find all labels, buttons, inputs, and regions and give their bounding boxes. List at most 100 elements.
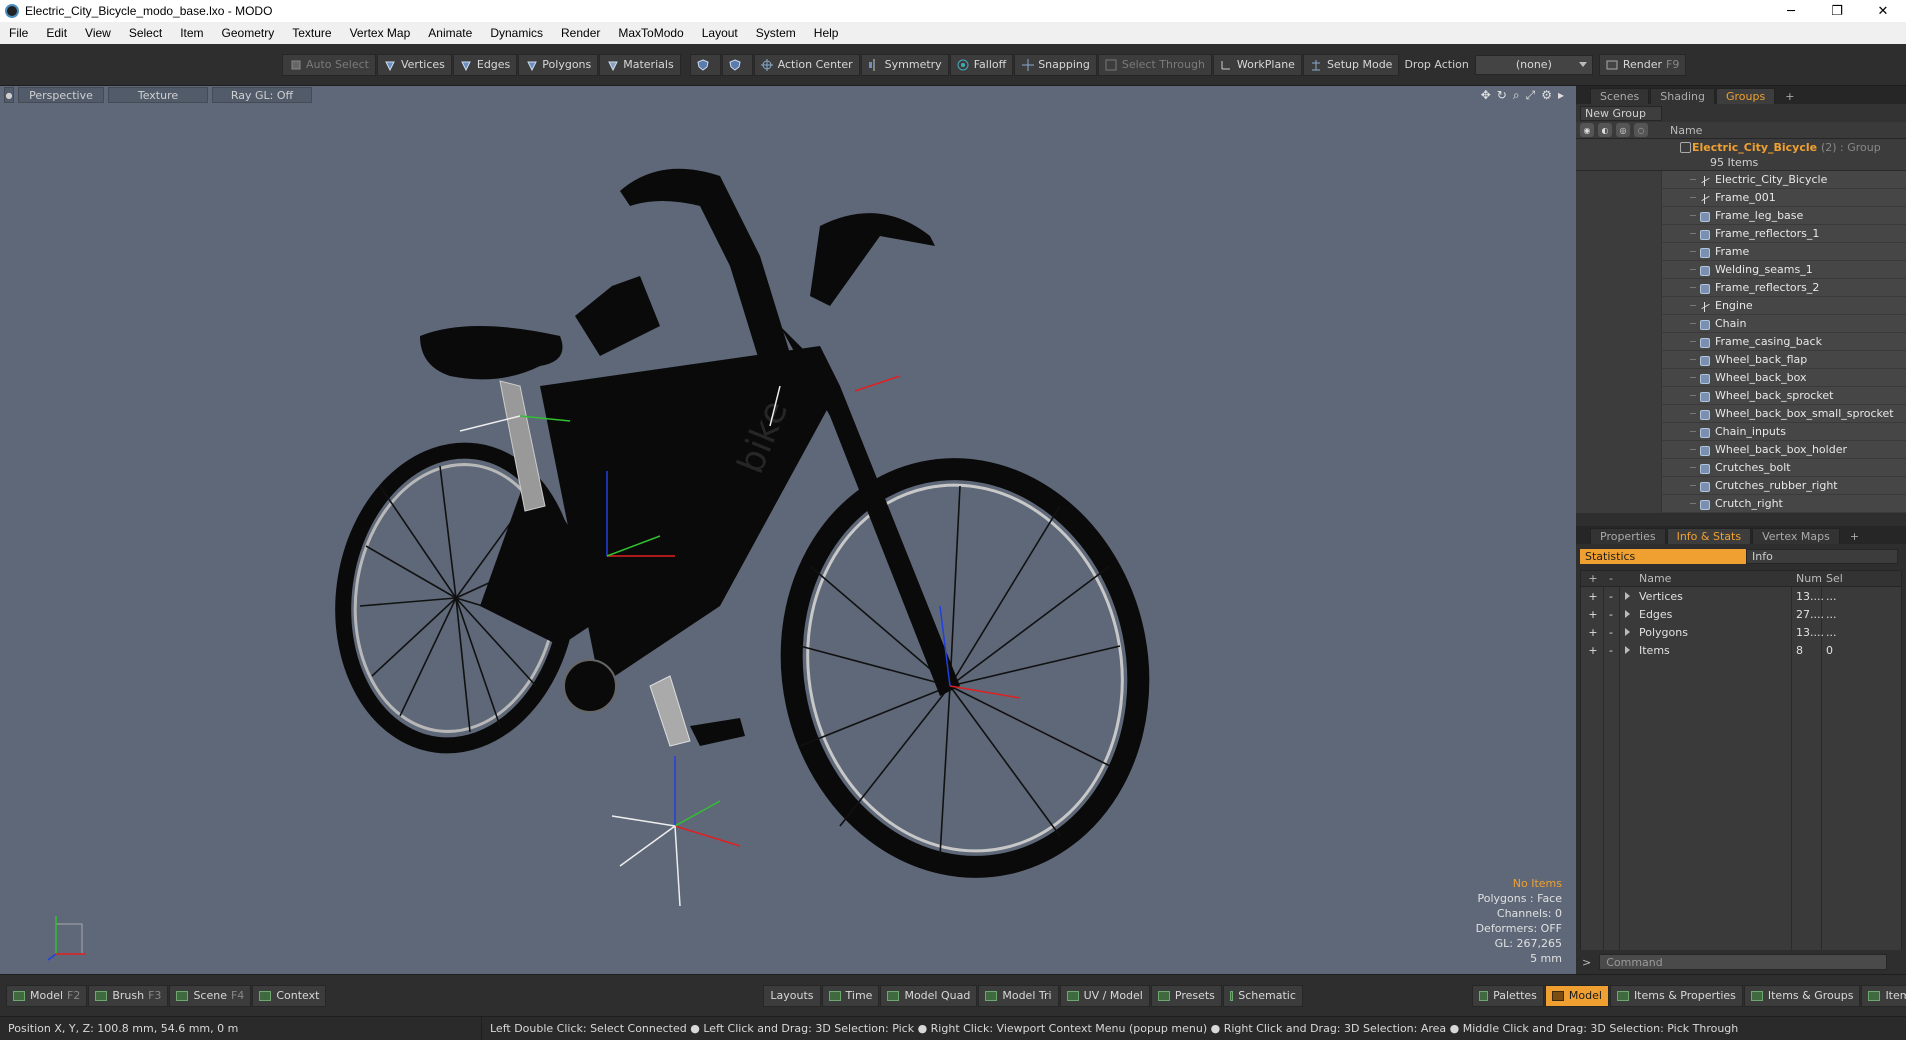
tab-vertex-maps[interactable]: Vertex Maps <box>1752 528 1840 544</box>
table-row[interactable]: + - Edges 27.... ... <box>1581 605 1901 623</box>
menu-texture[interactable]: Texture <box>283 26 340 40</box>
minus-icon[interactable]: - <box>1605 644 1617 657</box>
model-tab-button[interactable]: Model <box>1544 984 1609 1007</box>
edges-button[interactable]: Edges <box>452 53 518 76</box>
model-layout-button[interactable]: Model F2 <box>6 984 88 1007</box>
render-button[interactable]: Render F9 <box>1598 53 1687 76</box>
schematic-button[interactable]: Schematic <box>1222 984 1303 1007</box>
command-input[interactable]: Command <box>1599 954 1888 970</box>
brush-layout-button[interactable]: Brush F3 <box>88 984 169 1007</box>
uv-model-button[interactable]: UV / Model <box>1059 984 1150 1007</box>
render-toggle-icon[interactable]: ◐ <box>1598 123 1612 137</box>
menu-help[interactable]: Help <box>805 26 848 40</box>
presets-button[interactable]: Presets <box>1150 984 1222 1007</box>
menu-vertex-map[interactable]: Vertex Map <box>341 26 420 40</box>
snapping-button[interactable]: Snapping <box>1014 53 1097 76</box>
rotate-icon[interactable]: ↻ <box>1497 88 1507 103</box>
items-groups-button[interactable]: Items & Groups <box>1743 984 1861 1007</box>
menu-view[interactable]: View <box>76 26 120 40</box>
menu-geometry[interactable]: Geometry <box>213 26 284 40</box>
menu-maxtomodo[interactable]: MaxToModo <box>609 26 692 40</box>
plus-icon[interactable]: + <box>1587 626 1599 639</box>
minus-icon[interactable]: - <box>1605 608 1617 621</box>
expand-arrow-icon[interactable] <box>1625 628 1630 636</box>
auto-select-button[interactable]: Auto Select <box>282 53 376 76</box>
layouts-button[interactable]: Layouts <box>763 984 821 1007</box>
menu-dynamics[interactable]: Dynamics <box>481 26 552 40</box>
menu-animate[interactable]: Animate <box>419 26 481 40</box>
plus-icon[interactable]: + <box>1587 590 1599 603</box>
scene-layout-button[interactable]: Scene F4 <box>169 984 252 1007</box>
viewport-menu-dot[interactable]: ● <box>4 87 14 103</box>
raygl-button[interactable]: Ray GL: Off <box>212 87 312 103</box>
perspective-button[interactable]: Perspective <box>18 87 104 103</box>
list-item[interactable]: Frame_001 <box>1576 188 1906 207</box>
workplane-button[interactable]: WorkPlane <box>1212 53 1302 76</box>
menu-edit[interactable]: Edit <box>37 26 76 40</box>
select-through-button[interactable]: Select Through <box>1097 53 1212 76</box>
list-item[interactable]: Frame_reflectors_2 <box>1576 278 1906 297</box>
texture-button[interactable]: Texture <box>108 87 208 103</box>
play-icon[interactable]: ▸ <box>1558 88 1564 103</box>
materials-button[interactable]: Materials <box>599 53 681 76</box>
model-quad-button[interactable]: Model Quad <box>880 984 978 1007</box>
list-item[interactable]: Wheel_back_box_holder <box>1576 440 1906 459</box>
expand-arrow-icon[interactable] <box>1625 610 1630 618</box>
fit-icon[interactable]: ⤢ <box>1526 88 1536 103</box>
pan-icon[interactable]: ✥ <box>1481 88 1491 103</box>
3d-viewport[interactable]: bike ● Perspective Texture Ray GL: Off ✥… <box>0 86 1576 974</box>
polygons-button[interactable]: Polygons <box>518 53 599 76</box>
list-item[interactable]: Crutches_rubber_right <box>1576 476 1906 495</box>
minimize-button[interactable]: ─ <box>1768 0 1814 22</box>
select-toggle-icon[interactable]: ◌ <box>1634 123 1648 137</box>
context-layout-button[interactable]: Context <box>252 984 327 1007</box>
list-item[interactable]: Wheel_back_sprocket <box>1576 386 1906 405</box>
table-row[interactable]: + - Items 8 0 <box>1581 641 1901 659</box>
list-item[interactable]: Frame_reflectors_1 <box>1576 224 1906 243</box>
list-item[interactable]: Engine <box>1576 296 1906 315</box>
list-item[interactable]: Crutches_bolt <box>1576 458 1906 477</box>
palettes-button[interactable]: Palettes <box>1471 984 1544 1007</box>
list-item[interactable]: Electric_City_Bicycle <box>1576 170 1906 189</box>
eye-icon[interactable]: ◉ <box>1580 123 1594 137</box>
collapse-all-icon[interactable]: - <box>1605 572 1617 585</box>
info-tab[interactable]: Info <box>1746 549 1898 564</box>
list-item[interactable]: Frame_leg_base <box>1576 206 1906 225</box>
menu-select[interactable]: Select <box>120 26 171 40</box>
new-group-button[interactable]: New Group <box>1580 105 1662 121</box>
list-item[interactable]: Crutch_right <box>1576 494 1906 513</box>
tab-properties[interactable]: Properties <box>1590 528 1666 544</box>
list-item[interactable]: Wheel_back_flap <box>1576 350 1906 369</box>
menu-file[interactable]: File <box>0 26 37 40</box>
list-item[interactable]: Frame_casing_back <box>1576 332 1906 351</box>
table-row[interactable]: + - Polygons 13.... ... <box>1581 623 1901 641</box>
menu-layout[interactable]: Layout <box>693 26 747 40</box>
expand-all-icon[interactable]: + <box>1587 572 1599 585</box>
minus-icon[interactable]: - <box>1605 590 1617 603</box>
statistics-tab[interactable]: Statistics <box>1580 549 1746 564</box>
setup-mode-button[interactable]: Setup Mode <box>1302 53 1400 76</box>
tab-scenes[interactable]: Scenes <box>1590 88 1650 104</box>
tab-info-stats[interactable]: Info & Stats <box>1666 528 1752 544</box>
menu-render[interactable]: Render <box>552 26 609 40</box>
gear-icon[interactable]: ⚙ <box>1541 88 1552 103</box>
time-button[interactable]: Time <box>821 984 880 1007</box>
menu-item[interactable]: Item <box>171 26 212 40</box>
minus-icon[interactable]: - <box>1605 626 1617 639</box>
add-lower-tab-icon[interactable]: + <box>1841 528 1868 544</box>
group-row[interactable]: Electric_City_Bicycle (2) : Group 95 Ite… <box>1576 139 1906 171</box>
items-shading-button[interactable]: Items & Shading <box>1861 984 1906 1007</box>
drop-action-dropdown[interactable]: (none) <box>1474 54 1593 75</box>
expand-arrow-icon[interactable] <box>1625 592 1630 600</box>
restore-button[interactable]: ❐ <box>1814 0 1860 22</box>
shield-toggle-button[interactable] <box>689 53 721 76</box>
shield-settings-button[interactable] <box>721 53 753 76</box>
action-center-button[interactable]: Action Center <box>753 53 860 76</box>
items-properties-button[interactable]: Items & Properties <box>1609 984 1743 1007</box>
zoom-icon[interactable]: ⌕ <box>1513 88 1520 103</box>
model-tri-button[interactable]: Model Tri <box>978 984 1059 1007</box>
expand-arrow-icon[interactable] <box>1625 646 1630 654</box>
vertices-button[interactable]: Vertices <box>376 53 452 76</box>
close-button[interactable]: ✕ <box>1860 0 1906 22</box>
list-item[interactable]: Wheel_back_box_small_sprocket <box>1576 404 1906 423</box>
